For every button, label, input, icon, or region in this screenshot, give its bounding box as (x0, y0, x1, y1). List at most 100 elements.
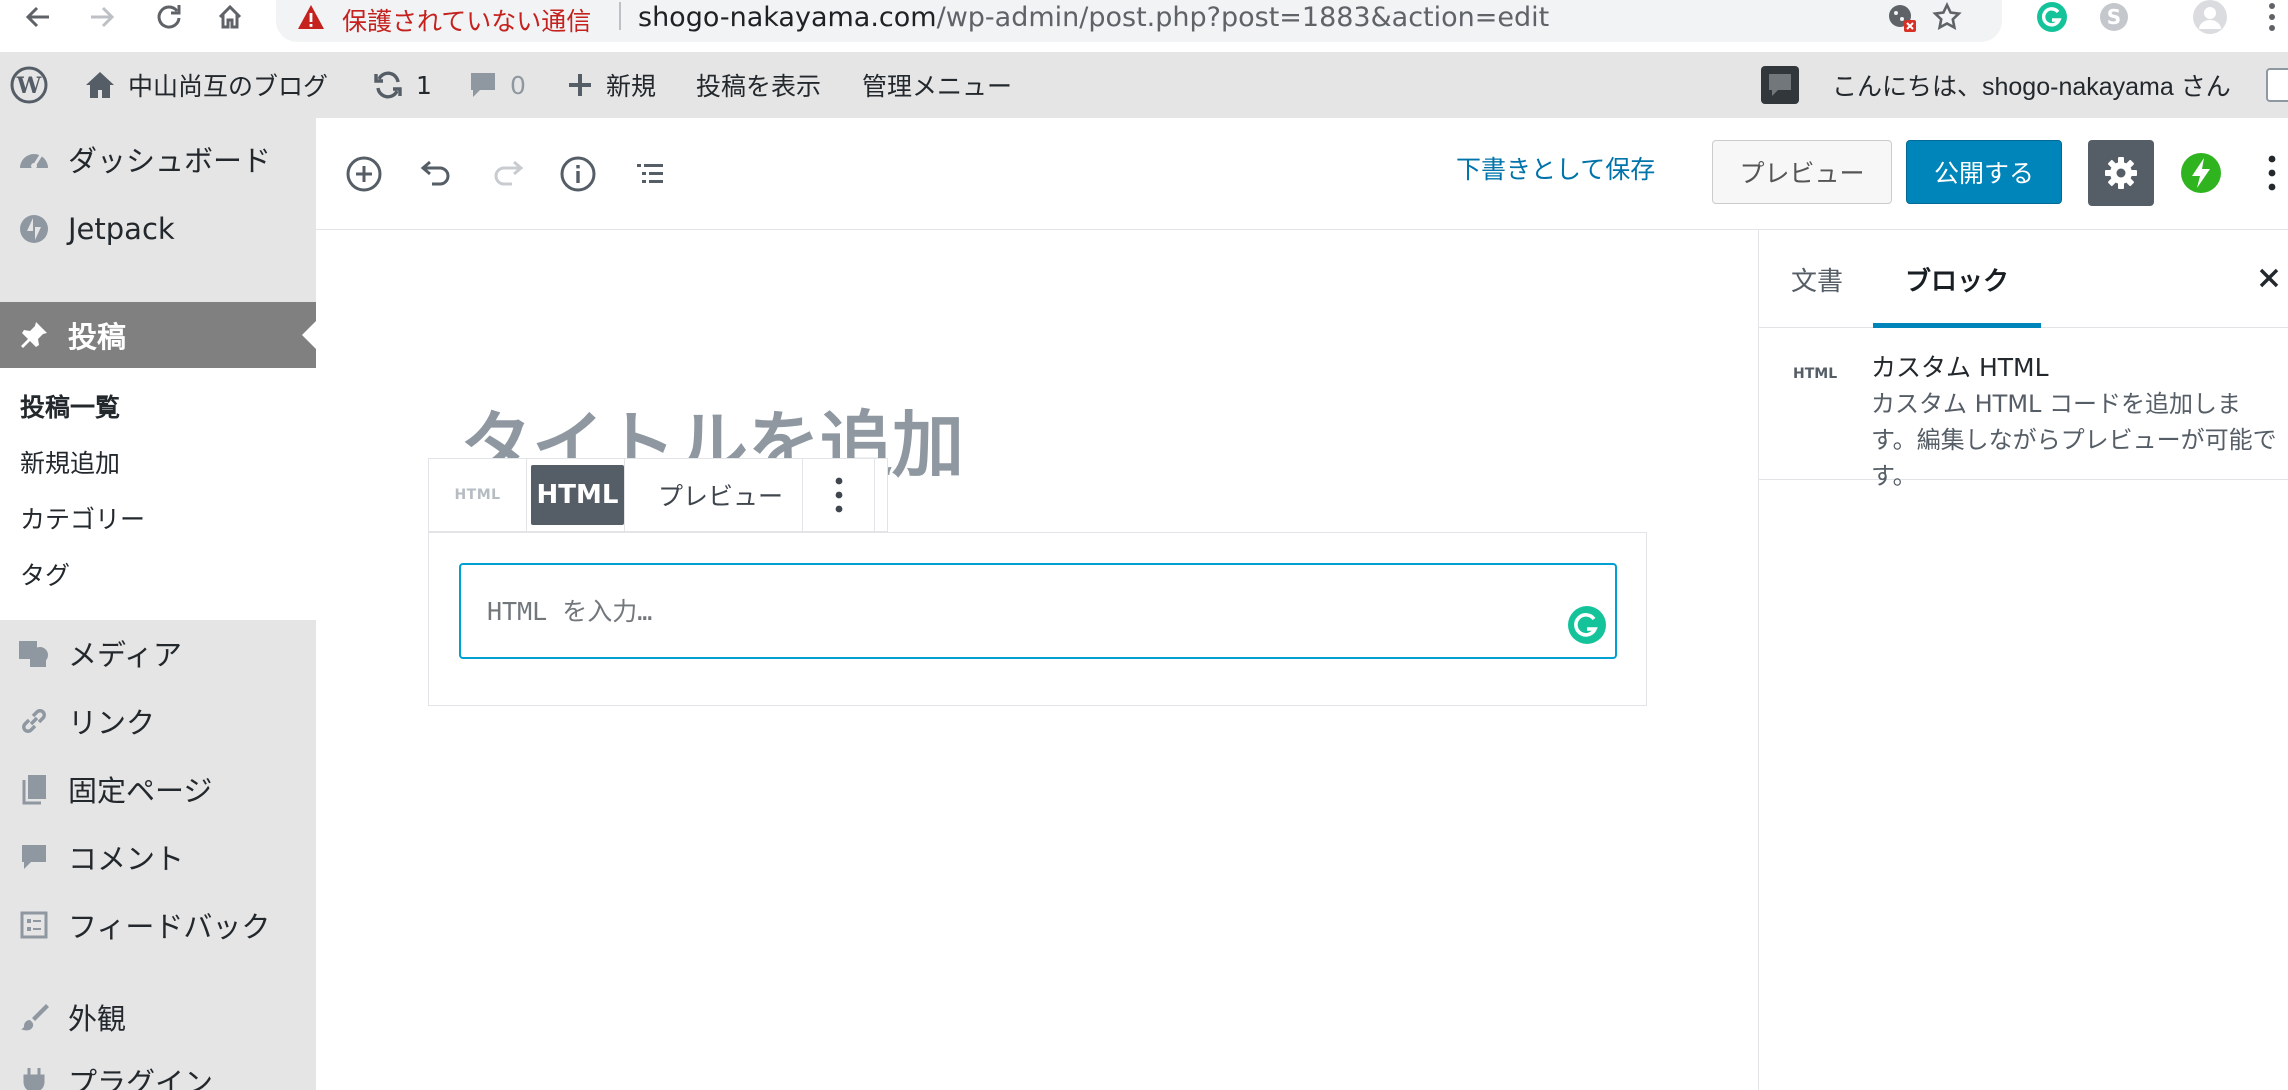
preview-mode-tab[interactable]: プレビュー (625, 459, 803, 531)
close-icon (2258, 267, 2280, 289)
menu-label-appearance: 外観 (68, 1002, 127, 1036)
media-icon (0, 637, 68, 669)
vertical-ellipsis-icon (835, 477, 843, 513)
menu-item-plugins[interactable]: プラグイン (0, 1048, 316, 1090)
html-code-input[interactable] (459, 563, 1617, 659)
block-more-options-button[interactable] (803, 459, 875, 531)
undo-icon[interactable] (414, 152, 458, 196)
skype-extension-icon[interactable]: S (2094, 0, 2134, 34)
admin-menu-label: 管理メニュー (862, 72, 1013, 101)
site-name-link[interactable]: 中山尚互のブログ (84, 52, 328, 118)
account-avatar[interactable] (2266, 52, 2288, 118)
close-sidebar-button[interactable] (2253, 262, 2285, 294)
jetpack-button[interactable] (2180, 152, 2222, 194)
pages-icon (0, 773, 68, 805)
block-navigation-icon[interactable] (628, 152, 672, 196)
save-draft-button[interactable]: 下書きとして保存 (1456, 150, 1655, 186)
jetpack-bolt-icon (2180, 152, 2222, 194)
warning-triangle-icon (296, 2, 326, 32)
new-content-link[interactable]: 新規 (566, 52, 656, 118)
block-inspector-card: HTML カスタム HTML カスタム HTML コードを追加します。編集しなが… (1759, 328, 2288, 490)
menu-item-feedback[interactable]: フィードバック (0, 892, 316, 958)
settings-sidebar: 文書 ブロック HTML カスタム HTML カスタム HTML コードを追加し… (1758, 230, 2288, 1090)
profile-avatar-icon[interactable] (2190, 0, 2230, 34)
dashboard-gauge-icon (0, 144, 68, 174)
submenu-add-new[interactable]: 新規追加 (20, 444, 120, 480)
notifications-icon[interactable] (1760, 52, 1800, 118)
more-options-button[interactable] (2262, 148, 2282, 198)
svg-text:S: S (2107, 5, 2121, 29)
svg-text:W: W (16, 73, 42, 99)
browser-toolbar: 保護されていない通信 shogo-nakayama.com/wp-admin/p… (0, 0, 2288, 52)
omnibox-divider (619, 2, 621, 30)
forward-arrow-icon[interactable] (82, 0, 122, 34)
settings-gear-button[interactable] (2088, 140, 2154, 206)
wordpress-logo-icon[interactable]: W (10, 52, 48, 118)
pushpin-icon (0, 319, 68, 351)
comments-count: 0 (510, 70, 526, 100)
submenu-categories[interactable]: カテゴリー (20, 500, 145, 536)
tab-block[interactable]: ブロック (1873, 230, 2042, 328)
security-status-label[interactable]: 保護されていない通信 (342, 2, 591, 38)
menu-item-jetpack[interactable]: Jetpack (0, 196, 316, 262)
menu-label-media: メディア (68, 638, 182, 672)
paintbrush-icon (0, 1001, 68, 1033)
view-post-link[interactable]: 投稿を表示 (696, 52, 821, 118)
plus-icon (566, 71, 594, 99)
menu-item-appearance[interactable]: 外観 (0, 984, 316, 1050)
home-icon (84, 70, 116, 100)
menu-item-pages[interactable]: 固定ページ (0, 756, 316, 822)
menu-label-plugins: プラグイン (68, 1066, 214, 1090)
admin-sidebar-menu: ダッシュボード Jetpack 投稿 投稿一覧 新規追加 カテゴリー タグ メデ… (0, 118, 316, 1090)
chain-link-icon (0, 705, 68, 737)
url-path: /wp-admin/post.php?post=1883&action=edit (936, 2, 1550, 33)
greeting-text: こんにちは、shogo-nakayama さん (1832, 73, 2231, 101)
posts-submenu: 投稿一覧 新規追加 カテゴリー タグ (0, 368, 316, 620)
comments-link[interactable]: 0 (468, 52, 526, 118)
submenu-tags[interactable]: タグ (20, 556, 70, 592)
updates-link[interactable]: 1 (372, 52, 432, 118)
comment-bubble-icon (468, 70, 498, 100)
updates-icon (372, 70, 404, 100)
back-arrow-icon[interactable] (18, 0, 58, 34)
bookmark-star-icon[interactable] (1932, 2, 1962, 32)
info-icon[interactable] (556, 152, 600, 196)
tab-document[interactable]: 文書 (1791, 230, 1843, 328)
account-greeting[interactable]: こんにちは、shogo-nakayama さん (1832, 52, 2231, 118)
menu-label-posts: 投稿 (68, 320, 127, 354)
browser-menu-icon[interactable] (2252, 0, 2288, 34)
block-type-switcher[interactable]: HTML (429, 459, 527, 531)
menu-label-links: リンク (68, 706, 156, 740)
comment-bubble-icon (0, 842, 68, 872)
menu-item-comments[interactable]: コメント (0, 824, 316, 890)
menu-label-dashboard: ダッシュボード (68, 144, 272, 178)
admin-menu-link[interactable]: 管理メニュー (862, 52, 1012, 118)
menu-item-dashboard[interactable]: ダッシュボード (0, 126, 316, 192)
publish-button[interactable]: 公開する (1906, 140, 2062, 204)
custom-html-block (428, 532, 1647, 706)
menu-item-links[interactable]: リンク (0, 688, 316, 754)
url-text[interactable]: shogo-nakayama.com/wp-admin/post.php?pos… (638, 2, 1549, 33)
site-name: 中山尚互のブログ (128, 72, 329, 101)
submenu-all-posts[interactable]: 投稿一覧 (20, 388, 120, 424)
html-mode-tab[interactable]: HTML (531, 465, 624, 525)
redo-icon[interactable] (486, 152, 530, 196)
reload-icon[interactable] (148, 0, 188, 34)
current-menu-caret (302, 321, 316, 349)
vertical-ellipsis-icon (2268, 155, 2276, 191)
block-card-description: カスタム HTML コードを追加します。編集しながらプレビューが可能です。 (1871, 390, 2277, 490)
editor-header-toolbar: 下書きとして保存 プレビュー 公開する (316, 118, 2288, 230)
menu-label-jetpack: Jetpack (68, 212, 175, 246)
add-block-icon[interactable] (342, 152, 386, 196)
menu-label-comments: コメント (68, 842, 185, 876)
menu-item-media[interactable]: メディア (0, 620, 316, 686)
grammarly-badge-icon[interactable] (1567, 605, 1607, 645)
cookie-blocked-icon[interactable] (1886, 2, 1918, 34)
gear-icon (2103, 155, 2139, 191)
address-bar[interactable]: 保護されていない通信 shogo-nakayama.com/wp-admin/p… (276, 0, 2002, 42)
home-icon[interactable] (210, 0, 250, 34)
preview-button[interactable]: プレビュー (1712, 140, 1892, 204)
block-toolbar: HTML HTML プレビュー (428, 458, 888, 532)
grammarly-extension-icon[interactable] (2032, 0, 2072, 34)
menu-item-posts[interactable]: 投稿 (0, 302, 316, 368)
